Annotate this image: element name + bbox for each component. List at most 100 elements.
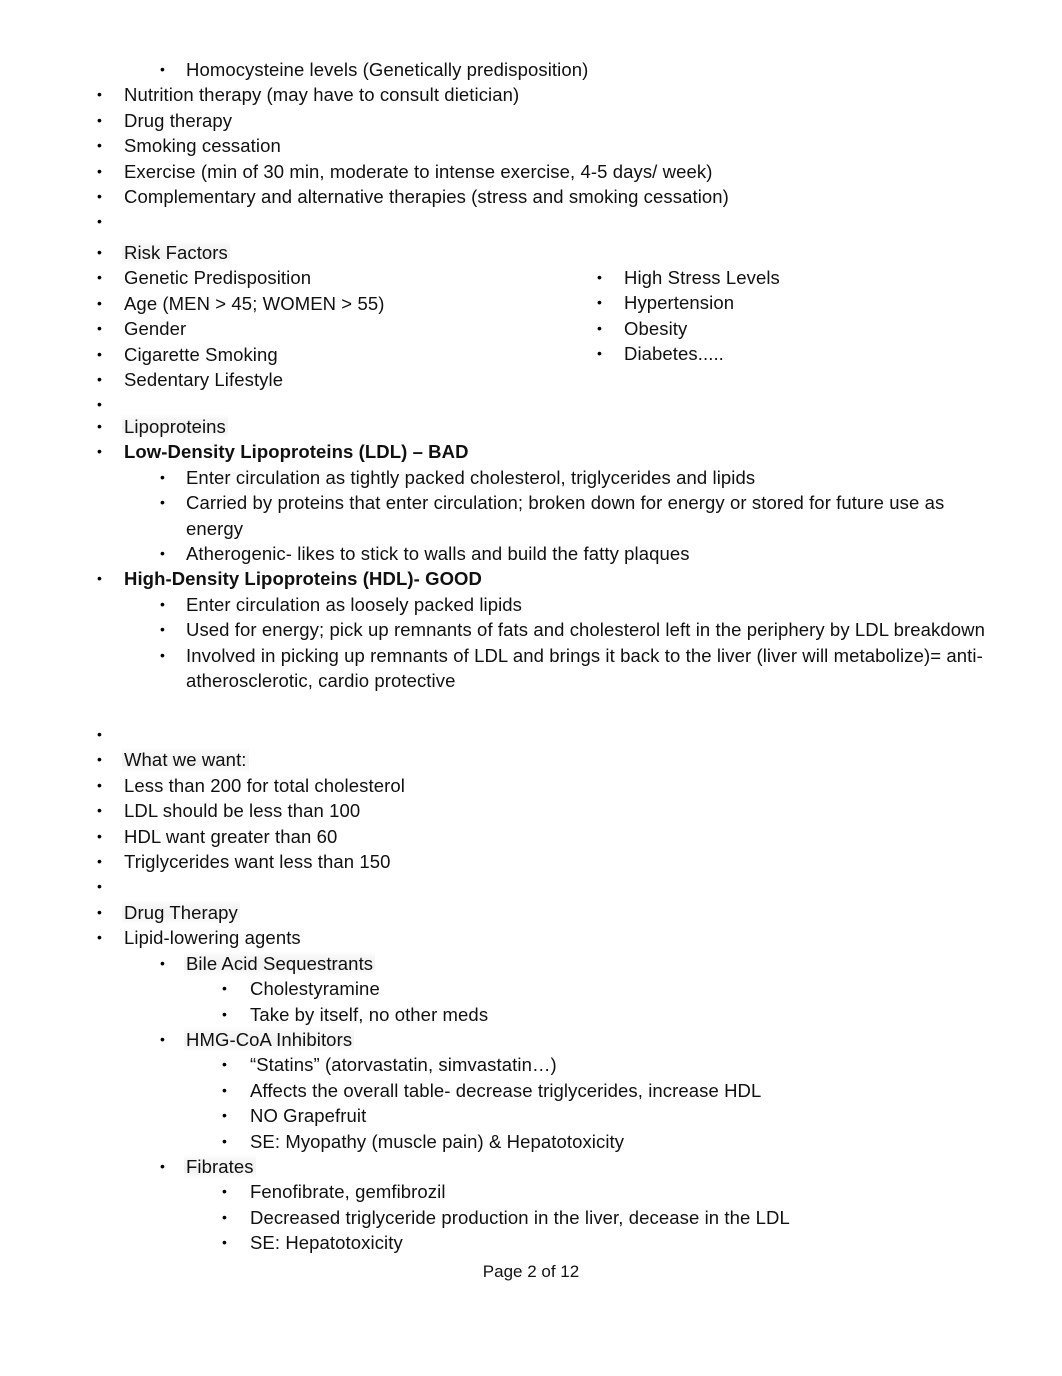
list-item: • Sedentary Lifestyle [97, 367, 520, 392]
drug-class-name: HMG-CoA Inhibitors [184, 1027, 355, 1053]
list-item-label: “Statins” (atorvastatin, simvastatin…) [250, 1054, 557, 1076]
bullet-icon: • [97, 111, 102, 128]
bullet-icon: • [97, 878, 102, 895]
list-item: • Decreased triglyceride production in t… [222, 1205, 1000, 1230]
bullet-icon: • [97, 776, 102, 793]
bullet-icon: • [222, 980, 227, 997]
bullet-icon: • [97, 269, 102, 286]
list-item: • Homocysteine levels (Genetically predi… [160, 57, 1062, 82]
list-item-label: SE: Myopathy (muscle pain) & Hepatotoxic… [250, 1130, 625, 1152]
lipoproteins-heading: Lipoproteins [122, 414, 228, 440]
bullet-icon: • [97, 726, 102, 742]
list-item: • Risk Factors [97, 240, 520, 266]
list-item-label: Age (MEN > 45; WOMEN > 55) [124, 292, 385, 314]
bullet-icon: • [222, 1132, 227, 1149]
list-item: • SE: Myopathy (muscle pain) & Hepatotox… [222, 1129, 1000, 1154]
bullet-icon: • [597, 345, 602, 362]
list-item-empty: • [97, 209, 1062, 234]
list-item: • HMG-CoA Inhibitors [160, 1027, 1000, 1053]
bullet-icon: • [97, 929, 102, 946]
bullet-icon: • [97, 418, 102, 434]
what-we-want-section: • • What we want: • Less than 200 for to… [0, 722, 1062, 900]
list-item: • Nutrition therapy (may have to consult… [97, 82, 1062, 107]
list-item: • Fenofibrate, gemfibrozil [222, 1179, 1000, 1204]
list-item-label: HDL want greater than 60 [124, 825, 338, 847]
bullet-icon: • [97, 162, 102, 179]
bullet-icon: • [97, 244, 102, 260]
list-item: • Fibrates [160, 1154, 1000, 1180]
list-item: • Enter circulation as loosely packed li… [160, 592, 1000, 617]
list-item: • Affects the overall table- decrease tr… [222, 1078, 1000, 1103]
list-item-label: Genetic Predisposition [124, 267, 312, 289]
hdl-heading: High-Density Lipoproteins (HDL)- GOOD [124, 568, 482, 590]
list-item: • High Stress Levels [597, 265, 940, 290]
bullet-icon: • [597, 269, 602, 285]
list-item: • Age (MEN > 45; WOMEN > 55) [97, 291, 520, 316]
drug-class-name: Bile Acid Sequestrants [184, 950, 376, 977]
list-item: • HDL want greater than 60 [97, 824, 1062, 849]
list-item: • SE: Hepatotoxicity [222, 1230, 1000, 1255]
bullet-icon: • [222, 1234, 227, 1251]
bullet-icon: • [97, 443, 102, 460]
bullet-icon: • [97, 213, 102, 230]
bullet-icon: • [160, 621, 165, 638]
bullet-icon: • [222, 1081, 227, 1098]
risk-factors-heading: Risk Factors [122, 240, 230, 266]
bullet-icon: • [97, 294, 102, 311]
list-item: • Bile Acid Sequestrants [160, 950, 1000, 977]
list-item: • Triglycerides want less than 150 [97, 849, 1062, 874]
bullet-icon: • [97, 853, 102, 870]
list-item-label: Smoking cessation [124, 135, 281, 157]
bullet-icon: • [222, 1056, 227, 1073]
bullet-icon: • [222, 1107, 227, 1124]
risk-factors-right-column: • High Stress Levels • Hypertension • Ob… [500, 265, 940, 367]
what-we-want-heading: What we want: [122, 747, 249, 773]
list-item-label: Hypertension [624, 292, 735, 314]
bullet-icon: • [222, 1208, 227, 1225]
list-item: • LDL should be less than 100 [97, 798, 1062, 823]
list-item: • Lipoproteins [97, 414, 1000, 440]
list-item-label: Nutrition therapy (may have to consult d… [124, 84, 520, 106]
drug-class-name: Fibrates [184, 1154, 256, 1180]
list-item: • Diabetes..... [597, 341, 940, 366]
lipoproteins-section: • Lipoproteins • Low-Density Lipoprotein… [0, 414, 1000, 693]
bullet-icon: • [160, 494, 165, 511]
list-item-empty: • [97, 722, 1062, 747]
list-item-label: SE: Hepatotoxicity [250, 1232, 403, 1254]
list-item-label: Obesity [624, 317, 688, 339]
list-item-label: Decreased triglyceride production in the… [250, 1206, 790, 1228]
list-item-label: Homocysteine levels (Genetically predisp… [186, 59, 589, 80]
list-item-label: Less than 200 for total cholesterol [124, 774, 405, 796]
list-item: • Cholestyramine [222, 976, 1000, 1001]
list-item: • Lipid-lowering agents [97, 925, 1000, 950]
list-item-label: Gender [124, 318, 187, 340]
list-item-label: Sedentary Lifestyle [124, 369, 284, 391]
list-item: • Hypertension [597, 290, 940, 315]
document-page: • Homocysteine levels (Genetically predi… [0, 0, 1062, 1376]
list-item-label: Triglycerides want less than 150 [124, 851, 391, 873]
bullet-icon: • [97, 188, 102, 205]
ldl-heading: Low-Density Lipoproteins (LDL) – BAD [124, 441, 469, 463]
bullet-icon: • [160, 954, 165, 971]
list-item-label: Diabetes..... [624, 343, 724, 365]
list-item: • NO Grapefruit [222, 1103, 1000, 1128]
bullet-icon: • [97, 802, 102, 819]
list-item-label: Cigarette Smoking [124, 343, 278, 365]
page-footer: Page 2 of 12 [482, 1262, 580, 1281]
list-item-label: Complementary and alternative therapies … [124, 186, 729, 208]
list-item-label: Involved in picking up remnants of LDL a… [186, 644, 983, 692]
list-item: • Used for energy; pick up remnants of f… [160, 617, 1000, 642]
bullet-icon: • [97, 320, 102, 337]
bullet-icon: • [97, 827, 102, 844]
bullet-icon: • [160, 468, 165, 485]
bullet-icon: • [97, 345, 102, 362]
list-item-label: Atherogenic- likes to stick to walls and… [186, 543, 690, 565]
list-item: • Exercise (min of 30 min, moderate to i… [97, 159, 1062, 184]
bullet-icon: • [97, 371, 102, 388]
bullet-icon: • [222, 1005, 227, 1022]
list-item: • Smoking cessation [97, 133, 1062, 158]
drug-therapy-section: • Drug Therapy • Lipid-lowering agents •… [0, 900, 1000, 1256]
bullet-icon: • [97, 86, 102, 103]
list-item-label: Fenofibrate, gemfibrozil [250, 1181, 446, 1203]
list-item-label: Exercise (min of 30 min, moderate to int… [124, 160, 713, 182]
